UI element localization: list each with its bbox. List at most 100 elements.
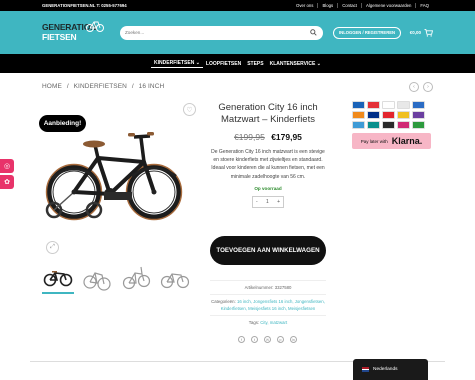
logo-line-2: FIETSEN xyxy=(42,31,77,42)
thumbnail-bike-side xyxy=(160,273,190,289)
side-tabs: ◎ ✿ xyxy=(0,159,14,191)
thumbnail-strip xyxy=(42,262,191,294)
breadcrumb-separator: / xyxy=(131,83,134,90)
qty-value[interactable]: 1 xyxy=(266,199,269,205)
top-link-voorwaarden[interactable]: Algemene voorwaarden xyxy=(361,3,415,8)
chevron-right-icon: › xyxy=(427,84,429,90)
breadcrumb-home[interactable]: HOME xyxy=(42,83,62,90)
dutch-flag-icon xyxy=(362,367,369,373)
product-meta: Artikelnummer: 3327580 Categorieën: 16 i… xyxy=(210,280,326,329)
tags-row: Tags: City, matzwart xyxy=(210,315,326,329)
main-nav: KINDERFIETSEN ⌄ LOOPFIETSEN STEPS KLANTE… xyxy=(0,54,475,73)
nav-klantenservice[interactable]: KLANTENSERVICE ⌄ xyxy=(267,61,324,67)
payment-logo-5 xyxy=(412,101,425,109)
categories-label: Categorieën: xyxy=(211,299,236,304)
top-bar: GENERATIONFIETSEN.NL T: 0255-577694 Over… xyxy=(0,0,475,11)
payment-logo-12 xyxy=(367,121,380,129)
top-link-over-ons[interactable]: Over ons xyxy=(292,3,317,8)
social-icon: ✿ xyxy=(4,179,10,186)
payment-logo-7 xyxy=(367,111,380,119)
email-icon[interactable]: ✉ xyxy=(264,336,271,343)
heart-icon: ♡ xyxy=(186,106,193,114)
cart-total: €0,00 xyxy=(409,30,421,35)
side-tab-instagram[interactable]: ◎ xyxy=(0,159,14,173)
payment-methods: Pay later with Klarna. xyxy=(352,101,431,149)
categories-row: Categorieën: 16 inch, Jongensfiets 16 in… xyxy=(210,294,326,315)
login-button[interactable]: INLOGGEN / REGISTREREN xyxy=(333,26,402,39)
breadcrumb-separator: / xyxy=(66,83,69,90)
facebook-icon[interactable]: f xyxy=(238,336,245,343)
add-to-cart-button[interactable]: TOEVOEGEN AAN WINKELWAGEN xyxy=(210,236,326,265)
side-tab-social[interactable]: ✿ xyxy=(0,175,14,189)
product-pagination: ‹ › xyxy=(409,82,433,92)
payment-logo-13 xyxy=(382,121,395,129)
tags-label: Tags: xyxy=(248,320,260,325)
thumbnail-bike-line xyxy=(83,272,111,291)
nav-loopfietsen[interactable]: LOOPFIETSEN xyxy=(203,61,244,67)
sku-value: 3327580 xyxy=(274,285,292,290)
sku-row: Artikelnummer: 3327580 xyxy=(210,280,326,294)
contact-info: GENERATIONFIETSEN.NL T: 0255-577694 xyxy=(42,3,127,8)
twitter-icon[interactable]: t xyxy=(251,336,258,343)
nav-steps[interactable]: STEPS xyxy=(244,61,266,67)
klarna-text: Pay later with xyxy=(360,138,388,144)
payment-logo-10 xyxy=(412,111,425,119)
payment-logo-15 xyxy=(412,121,425,129)
payment-logo-2 xyxy=(367,101,380,109)
nav-kinderfietsen[interactable]: KINDERFIETSEN ⌄ xyxy=(151,60,203,68)
qty-decrease-button[interactable]: - xyxy=(256,199,258,205)
payment-logo-11 xyxy=(352,121,365,129)
top-link-contact[interactable]: Contact xyxy=(337,3,361,8)
breadcrumb-kinderfietsen[interactable]: KINDERFIETSEN xyxy=(74,83,127,90)
sale-badge: Aanbieding! xyxy=(39,115,86,132)
zoom-button[interactable]: ⤢ xyxy=(46,241,59,254)
thumbnail-1[interactable] xyxy=(42,262,74,294)
top-link-faq[interactable]: FAQ xyxy=(415,3,433,8)
next-product-button[interactable]: › xyxy=(423,82,433,92)
search-icon[interactable] xyxy=(310,28,317,36)
instagram-icon: ◎ xyxy=(3,163,11,170)
breadcrumb: HOME / KINDERFIETSEN / 16 INCH xyxy=(42,83,164,90)
nav-klantenservice-label: KLANTENSERVICE xyxy=(269,60,316,67)
wishlist-button[interactable]: ♡ xyxy=(183,103,196,116)
chevron-left-icon: ‹ xyxy=(413,84,415,90)
thumbnail-3[interactable] xyxy=(120,262,152,294)
search-input[interactable] xyxy=(125,30,305,35)
language-switcher[interactable]: Nederlands xyxy=(353,359,428,380)
top-links: Over ons Blogs Contact Algemene voorwaar… xyxy=(292,3,433,8)
stock-status: Op voorraad xyxy=(254,185,282,191)
product-price: €199,95 €179,95 xyxy=(208,132,328,142)
tags-links[interactable]: City, matzwart xyxy=(260,320,287,325)
sku-label: Artikelnummer: xyxy=(244,285,274,290)
quantity-stepper: - 1 + xyxy=(252,195,284,208)
share-icons: f t ✉ p in xyxy=(238,336,297,343)
sale-price: €179,95 xyxy=(271,132,302,142)
cart-button[interactable]: €0,00 xyxy=(409,28,433,37)
thumbnail-bike-angle xyxy=(122,266,151,290)
payment-logo-9 xyxy=(397,111,410,119)
logo-bike-icon xyxy=(86,21,104,32)
klarna-logo: Klarna. xyxy=(391,136,423,146)
site-header: GENERATION FIETSEN INLOGGEN / REGISTRERE… xyxy=(0,11,475,54)
payment-logo-1 xyxy=(352,101,365,109)
product-info: Generation City 16 inch Matzwart – Kinde… xyxy=(208,102,328,208)
payment-logo-14 xyxy=(397,121,410,129)
nav-kinderfietsen-label: KINDERFIETSEN xyxy=(154,59,195,66)
thumbnail-2[interactable] xyxy=(81,262,113,294)
thumbnail-4[interactable] xyxy=(159,262,191,294)
previous-product-button[interactable]: ‹ xyxy=(409,82,419,92)
qty-increase-button[interactable]: + xyxy=(277,199,280,205)
payment-logo-3 xyxy=(382,101,395,109)
top-link-blogs[interactable]: Blogs xyxy=(317,3,337,8)
breadcrumb-16-inch[interactable]: 16 INCH xyxy=(139,83,165,90)
product-title: Generation City 16 inch Matzwart – Kinde… xyxy=(218,102,318,125)
old-price: €199,95 xyxy=(234,132,265,142)
site-logo[interactable]: GENERATION FIETSEN xyxy=(42,19,106,47)
payment-logo-8 xyxy=(382,111,395,119)
thumbnail-bike-dark xyxy=(43,271,73,287)
linkedin-icon[interactable]: in xyxy=(290,336,297,343)
categories-links[interactable]: 16 inch, Jongensfiets 16 inch, Jongensfi… xyxy=(221,299,325,311)
cart-icon xyxy=(424,28,433,37)
pinterest-icon[interactable]: p xyxy=(277,336,284,343)
product-description: De Generation City 16 inch matzwart is e… xyxy=(211,149,325,180)
